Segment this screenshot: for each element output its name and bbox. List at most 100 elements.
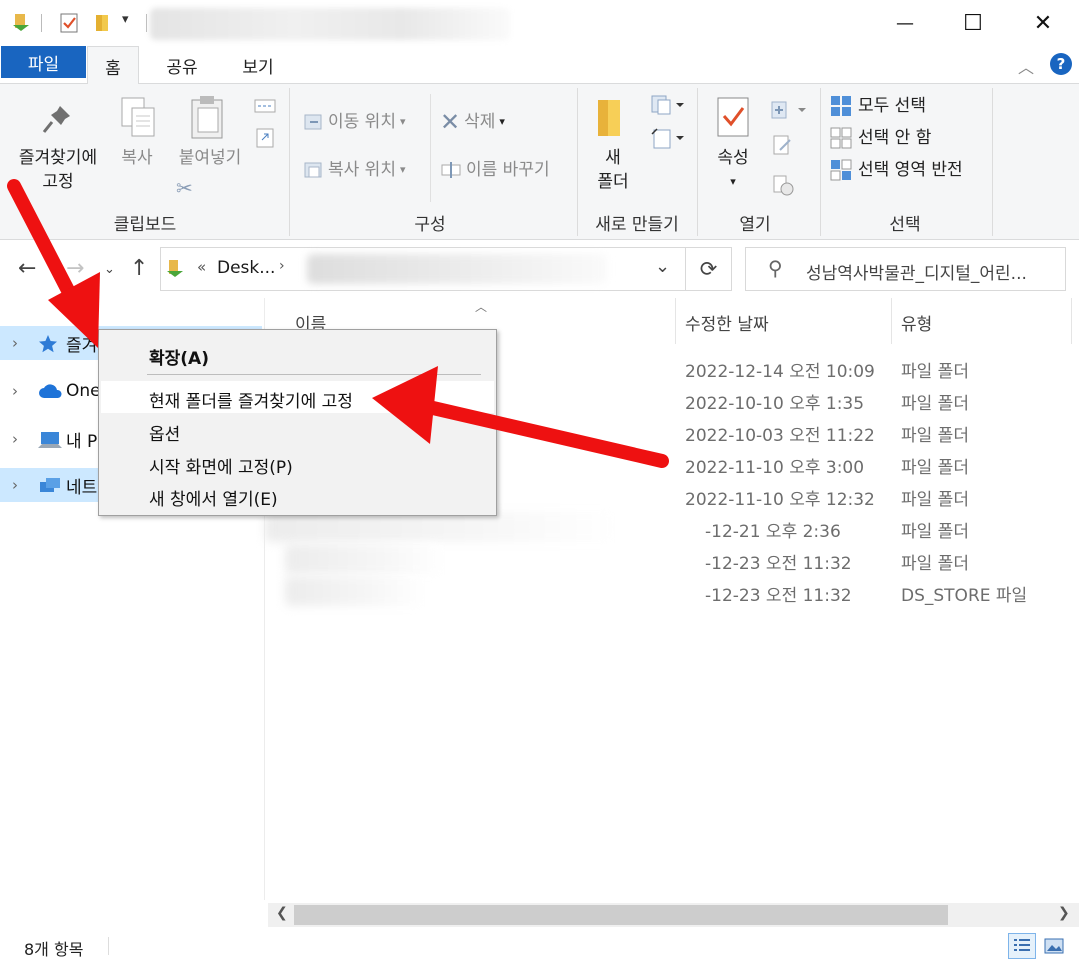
copy-path-icon[interactable] bbox=[254, 98, 276, 114]
chevron-down-icon: ▾ bbox=[730, 175, 736, 188]
rename-button[interactable]: 이름 바꾸기 bbox=[440, 158, 550, 182]
horizontal-scrollbar[interactable]: ❮ ❯ bbox=[268, 903, 1079, 927]
copy-to-button[interactable]: 복사 위치 ▾ bbox=[302, 158, 406, 182]
breadcrumb-item-desktop[interactable]: Desk... bbox=[217, 258, 275, 278]
help-icon[interactable]: ? bbox=[1050, 53, 1072, 75]
column-separator[interactable] bbox=[675, 298, 676, 344]
tab-view[interactable]: 보기 bbox=[228, 46, 288, 84]
scrollbar-thumb[interactable] bbox=[294, 905, 948, 925]
status-bar: 8개 항목 bbox=[0, 927, 1079, 964]
column-header-date[interactable]: 수정한 날짜 bbox=[685, 310, 769, 335]
tab-home[interactable]: 홈 bbox=[87, 46, 139, 85]
properties-icon bbox=[717, 97, 749, 137]
move-to-button[interactable]: 이동 위치 ▾ bbox=[302, 110, 406, 134]
up-arrow-icon[interactable]: ↑ bbox=[130, 256, 148, 281]
window-title-blurred bbox=[150, 8, 510, 40]
chevron-down-icon: ▾ bbox=[399, 163, 406, 176]
recent-locations-chevron-icon[interactable]: ⌄ bbox=[104, 262, 115, 277]
sort-ascending-icon: ︿ bbox=[475, 300, 488, 314]
table-row[interactable]: -12-21 오후 2:36 파일 폴더 bbox=[265, 512, 1079, 544]
chevron-down-icon: ▾ bbox=[399, 115, 406, 128]
file-name-blurred bbox=[265, 512, 615, 542]
context-menu-item-pin-to-start[interactable]: 시작 화면에 고정(P) bbox=[101, 447, 494, 479]
column-header-type[interactable]: 유형 bbox=[901, 310, 932, 335]
new-group-label: 새로 만들기 bbox=[595, 215, 679, 235]
select-none-icon bbox=[830, 127, 852, 149]
item-count: 8개 항목 bbox=[24, 940, 84, 959]
file-name-blurred bbox=[285, 576, 425, 606]
minimize-button[interactable]: — bbox=[870, 0, 940, 46]
collapse-ribbon-icon[interactable]: ︿ bbox=[1018, 54, 1034, 78]
large-icons-view-button[interactable] bbox=[1040, 933, 1068, 959]
cut-icon[interactable]: ✂ bbox=[176, 176, 193, 200]
tab-file[interactable]: 파일 bbox=[1, 46, 86, 78]
select-all-button[interactable]: 모두 선택 bbox=[830, 94, 926, 118]
easy-access-icon[interactable] bbox=[650, 126, 686, 150]
edit-icon[interactable] bbox=[772, 134, 794, 158]
chevron-down-icon: ▾ bbox=[499, 115, 505, 128]
address-dropdown-icon[interactable]: ⌄ bbox=[655, 256, 670, 277]
table-row[interactable]: -12-23 오전 11:32 DS_STORE 파일 bbox=[265, 576, 1079, 608]
details-view-icon bbox=[1014, 939, 1030, 951]
scroll-right-icon[interactable]: ❯ bbox=[1058, 905, 1070, 921]
properties-button[interactable]: 속성 ▾ bbox=[710, 146, 756, 194]
select-all-icon bbox=[831, 96, 851, 116]
delete-button[interactable]: ✕ 삭제 ▾ bbox=[440, 110, 505, 134]
expand-chevron-icon[interactable]: › bbox=[12, 430, 18, 448]
customize-quick-access-icon[interactable]: ▾ bbox=[122, 12, 129, 27]
new-folder-button[interactable]: 새 폴더 bbox=[590, 146, 636, 194]
open-group-label: 열기 bbox=[739, 215, 771, 235]
back-arrow-icon[interactable]: ← bbox=[18, 256, 36, 281]
ribbon-group-separator bbox=[820, 88, 821, 236]
table-row[interactable]: -12-23 오전 11:32 파일 폴더 bbox=[265, 544, 1079, 576]
select-group-label: 선택 bbox=[889, 215, 921, 235]
ribbon-group-separator bbox=[577, 88, 578, 236]
large-icons-view-icon bbox=[1044, 938, 1064, 954]
column-separator[interactable] bbox=[891, 298, 892, 344]
close-button[interactable]: ✕ bbox=[1008, 0, 1078, 46]
breadcrumb-overflow[interactable]: « bbox=[197, 258, 206, 276]
new-item-icon[interactable] bbox=[650, 94, 686, 116]
address-path-blurred bbox=[307, 254, 607, 284]
properties-quick-icon[interactable] bbox=[58, 12, 80, 34]
expand-chevron-icon[interactable]: › bbox=[12, 382, 18, 400]
maximize-button[interactable]: ☐ bbox=[938, 0, 1008, 46]
context-menu-item-expand[interactable]: 확장(A) bbox=[101, 338, 494, 370]
context-menu-item-open-new-window[interactable]: 새 창에서 열기(E) bbox=[101, 479, 494, 511]
onedrive-cloud-icon bbox=[39, 384, 62, 398]
context-menu-item-pin-to-quick-access[interactable]: 현재 폴더를 즐겨찾기에 고정 bbox=[101, 381, 494, 413]
pc-icon bbox=[38, 432, 62, 448]
history-icon[interactable] bbox=[772, 174, 796, 198]
breadcrumb-chevron-icon[interactable]: › bbox=[279, 258, 285, 274]
refresh-icon[interactable]: ⟳ bbox=[686, 247, 732, 291]
search-box[interactable]: ⚲ 성남역사박물관_디지털_어린... bbox=[745, 247, 1066, 291]
expand-chevron-icon[interactable]: › bbox=[12, 476, 18, 494]
ribbon-group-separator bbox=[289, 88, 290, 236]
scroll-left-icon[interactable]: ❮ bbox=[276, 905, 288, 921]
ribbon: 즐겨찾기에 고정 복사 붙여넣기 ✂ 클립보드 이동 위치 ▾ 복사 위치 ▾ ✕ … bbox=[0, 84, 1079, 240]
ribbon-tabs: 파일 홈 공유 보기 ︿ ? bbox=[0, 46, 1079, 85]
details-view-button[interactable] bbox=[1008, 933, 1036, 959]
pin-to-quick-access-button[interactable]: 즐겨찾기에 고정 bbox=[8, 146, 108, 194]
quick-access-separator bbox=[146, 14, 147, 32]
new-folder-quick-icon[interactable] bbox=[92, 12, 114, 34]
expand-chevron-icon[interactable]: › bbox=[12, 334, 18, 352]
copy-button[interactable]: 복사 bbox=[112, 146, 162, 170]
tab-share[interactable]: 공유 bbox=[152, 46, 212, 84]
column-separator[interactable] bbox=[1071, 298, 1072, 344]
address-bar[interactable]: « Desk... › ⌄ bbox=[160, 247, 686, 291]
paste-shortcut-icon[interactable] bbox=[256, 126, 274, 148]
ribbon-inner-separator bbox=[430, 94, 431, 202]
context-menu: 확장(A) 현재 폴더를 즐겨찾기에 고정 옵션 시작 화면에 고정(P) 새 … bbox=[98, 329, 497, 516]
forward-arrow-icon[interactable]: → bbox=[66, 256, 84, 281]
file-name-blurred bbox=[285, 544, 445, 574]
open-icon[interactable] bbox=[770, 98, 810, 122]
context-menu-item-options[interactable]: 옵션 bbox=[101, 414, 494, 446]
paste-button[interactable]: 붙여넣기 bbox=[170, 146, 250, 170]
address-row: ← → ⌄ ↑ « Desk... › ⌄ ⟳ ⚲ 성남역사박물관_디지털_어린… bbox=[0, 240, 1079, 298]
ribbon-group-separator bbox=[697, 88, 698, 236]
select-none-button[interactable]: 선택 안 함 bbox=[830, 126, 931, 150]
title-bar: ▾ — ☐ ✕ bbox=[0, 0, 1079, 46]
context-menu-separator bbox=[147, 374, 481, 375]
invert-selection-button[interactable]: 선택 영역 반전 bbox=[830, 158, 963, 182]
